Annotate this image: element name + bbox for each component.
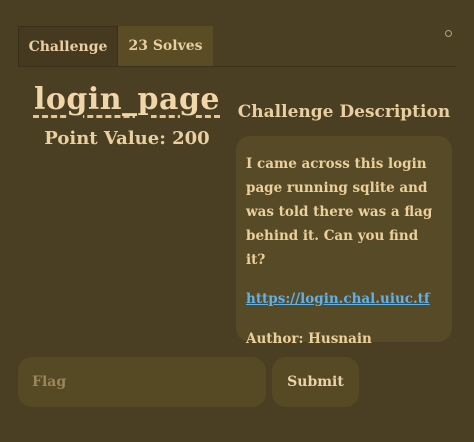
tab-challenge-label: Challenge [28,38,108,55]
author-text: Author: Husnain [246,331,372,347]
challenge-modal: Challenge 23 Solves login_page Point Val… [0,0,474,442]
tab-solves-label: 23 Solves [128,38,203,54]
challenge-title: login_page [33,82,221,117]
tab-bar: Challenge 23 Solves [18,26,213,66]
flag-input[interactable] [18,357,266,407]
tab-challenge[interactable]: Challenge [18,26,118,66]
submit-button[interactable]: Submit [272,357,359,407]
close-icon[interactable] [445,30,452,37]
description-text: I came across this login page running sq… [246,156,433,268]
description-panel: I came across this login page running sq… [236,136,452,347]
point-value: Point Value: 200 [44,128,210,149]
tab-solves[interactable]: 23 Solves [118,26,213,66]
tab-divider [18,66,456,67]
description-heading: Challenge Description [237,102,451,122]
challenge-link[interactable]: https://login.chal.uiuc.tf [246,287,442,311]
